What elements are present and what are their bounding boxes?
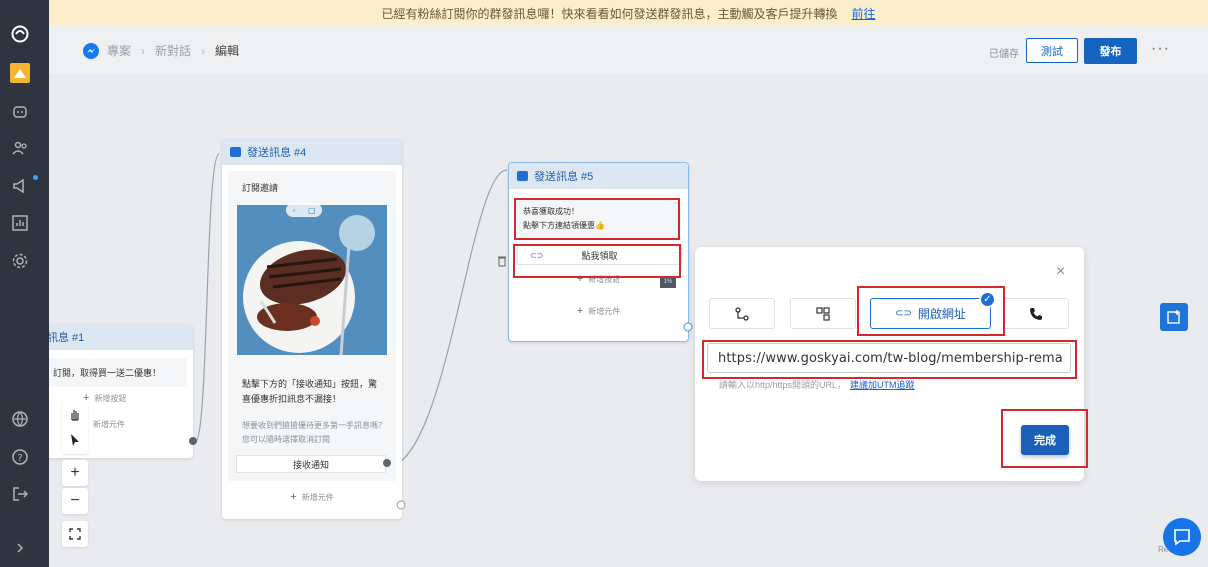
output-port-icon[interactable] bbox=[396, 500, 406, 510]
add-element-row[interactable]: + 新增元件 bbox=[222, 491, 402, 503]
breadcrumb-conversation[interactable]: 新對話 bbox=[155, 42, 191, 59]
test-button[interactable]: 測試 bbox=[1026, 38, 1078, 63]
broadcast-icon[interactable] bbox=[10, 176, 30, 196]
chat-support-icon[interactable] bbox=[1163, 518, 1201, 556]
expand-chevron-icon[interactable] bbox=[10, 538, 30, 558]
steak-image bbox=[237, 205, 387, 355]
fit-screen-icon[interactable] bbox=[62, 521, 88, 547]
card-header: 發送訊息 #5 bbox=[509, 163, 688, 189]
zoom-in-button[interactable]: + bbox=[62, 460, 88, 486]
gallery-body: 點擊下方的「接收通知」按鈕，驚喜優惠折扣訊息不漏接！ bbox=[242, 379, 378, 404]
plus-icon: + bbox=[290, 491, 297, 503]
svg-text:?: ? bbox=[17, 453, 22, 464]
subscribe-button[interactable]: 接收通知 bbox=[236, 455, 386, 473]
breadcrumb-edit: 編輯 bbox=[215, 44, 240, 58]
more-menu-icon[interactable]: ··· bbox=[1151, 40, 1170, 58]
message-card-4[interactable]: 發送訊息 #4 訂閱邀請 ▫ ▢ 點擊下方的「接收通知」按鈕，驚喜優惠折扣訊息不漏… bbox=[222, 139, 406, 519]
analytics-icon[interactable] bbox=[10, 213, 30, 233]
utm-link[interactable]: 建議加UTM追蹤 bbox=[850, 380, 915, 390]
users-icon[interactable] bbox=[10, 138, 30, 158]
flow-canvas[interactable]: 訊息 #1 訂閱，取得買一送二優惠！ + 新增按鈕 新增元件 發送訊息 #4 訂… bbox=[49, 74, 1208, 567]
publish-button[interactable]: 發布 bbox=[1084, 38, 1137, 64]
pointer-icon[interactable] bbox=[62, 426, 88, 454]
globe-icon[interactable] bbox=[10, 409, 30, 429]
breadcrumb-separator-icon: › bbox=[141, 43, 146, 58]
add-element-label: 新增元件 bbox=[588, 306, 621, 316]
trash-icon[interactable] bbox=[497, 255, 507, 267]
highlight-box bbox=[1001, 409, 1088, 468]
card-title: 發送訊息 #5 bbox=[534, 171, 594, 183]
sitemap-option[interactable] bbox=[790, 298, 856, 329]
help-icon[interactable]: ? bbox=[10, 447, 30, 467]
highlight-box bbox=[857, 286, 1005, 336]
url-hint: 請輸入以http/https開頭的URL， 建議加UTM追蹤 bbox=[719, 378, 915, 391]
breadcrumb-separator-icon: › bbox=[201, 43, 206, 58]
app-logo-icon[interactable] bbox=[10, 24, 30, 44]
url-hint-text: 請輸入以http/https開頭的URL， bbox=[719, 380, 847, 390]
message-icon bbox=[230, 147, 241, 157]
footer-text: Re bbox=[1158, 545, 1169, 554]
flow-icon bbox=[735, 306, 749, 321]
add-element-label: 新增元件 bbox=[301, 492, 334, 502]
bot-builder-icon[interactable] bbox=[10, 63, 30, 83]
robot-icon[interactable] bbox=[10, 101, 30, 121]
phone-icon bbox=[1030, 307, 1042, 320]
zoom-out-button[interactable]: − bbox=[62, 488, 88, 514]
output-port-icon[interactable] bbox=[683, 322, 693, 332]
notification-dot bbox=[33, 175, 38, 180]
sitemap-icon bbox=[816, 306, 830, 321]
highlight-box bbox=[513, 244, 681, 278]
plus-icon: + bbox=[576, 305, 584, 317]
add-element-row[interactable]: + 新增元件 bbox=[509, 305, 688, 317]
notice-text: 已經有粉絲訂閱你的群發訊息囉！快來看看如何發送群發訊息，主動觸及客戶提升轉換 bbox=[381, 6, 838, 21]
close-icon[interactable]: × bbox=[1056, 263, 1065, 281]
messenger-icon bbox=[83, 42, 99, 59]
left-rail: ? bbox=[0, 0, 49, 567]
notice-bar: 已經有粉絲訂閱你的群發訊息囉！快來看看如何發送群發訊息，主動觸及客戶提升轉換 前… bbox=[49, 0, 1208, 26]
pan-hand-icon[interactable] bbox=[62, 400, 88, 428]
output-port-icon[interactable] bbox=[382, 458, 392, 468]
card-title: 發送訊息 #4 bbox=[247, 147, 307, 159]
card-header: 發送訊息 #4 bbox=[222, 139, 402, 165]
editor-header: 專案 › 新對話 › 編輯 已儲存 測試 發布 ··· bbox=[49, 26, 1208, 74]
add-element-label: 新增元件 bbox=[93, 420, 125, 429]
add-note-icon[interactable] bbox=[1160, 303, 1188, 331]
flow-link-option[interactable] bbox=[709, 298, 775, 329]
message-text: 訂閱，取得買一送二優惠！ bbox=[49, 358, 187, 387]
saved-status: 已儲存 bbox=[989, 49, 1019, 60]
add-button-label: 新增按鈕 bbox=[94, 393, 127, 403]
logout-icon[interactable] bbox=[10, 484, 30, 504]
image-toolbar[interactable]: ▫ ▢ bbox=[286, 203, 322, 217]
breadcrumb-project[interactable]: 專案 bbox=[107, 42, 131, 59]
settings-gear-icon[interactable] bbox=[10, 251, 30, 271]
highlight-box bbox=[514, 198, 680, 240]
highlight-box bbox=[702, 340, 1077, 379]
message-icon bbox=[517, 171, 528, 181]
output-port-icon[interactable] bbox=[188, 436, 198, 446]
gallery-note: 想要收到們搶搶優待更多第一手訊息嗎？您可以隨時選擇取消訂閱 bbox=[242, 421, 386, 444]
gallery-heading: 訂閱邀請 bbox=[242, 183, 279, 193]
notice-link[interactable]: 前往 bbox=[852, 5, 876, 22]
replace-icon[interactable]: ▢ bbox=[308, 206, 316, 215]
crop-icon[interactable]: ▫ bbox=[292, 206, 295, 215]
card-gallery: 訂閱邀請 ▫ ▢ 點擊下方的「接收通知」按鈕，驚喜優惠折扣訊息不漏接！ 想要收到們… bbox=[228, 171, 396, 481]
breadcrumb: 專案 › 新對話 › 編輯 bbox=[83, 42, 239, 59]
card-title: 訊息 #1 bbox=[49, 332, 85, 344]
card-header: 訊息 #1 bbox=[49, 324, 193, 350]
phone-option[interactable] bbox=[1003, 298, 1069, 329]
